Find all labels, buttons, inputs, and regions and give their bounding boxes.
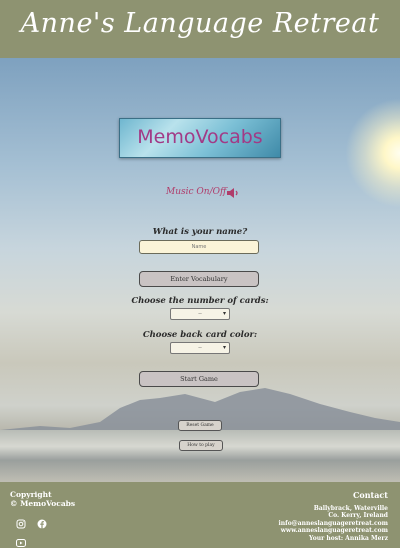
enter-vocabulary-button[interactable]: Enter Vocabulary	[139, 271, 259, 287]
reset-game-button[interactable]: Reset Game	[178, 420, 222, 431]
email-link[interactable]: info@anneslanguageretreat.com	[279, 520, 389, 527]
logo-text: MemoVocabs	[137, 126, 263, 148]
music-toggle-label[interactable]: Music On/Off	[166, 187, 226, 197]
chevron-down-icon: ▾	[222, 310, 226, 317]
number-of-cards-value: --	[198, 311, 202, 317]
copyright-line-1: Copyright	[10, 490, 52, 499]
cards-question: Choose the number of cards:	[131, 296, 269, 306]
site-header: Anne's Language Retreat	[0, 0, 400, 58]
chevron-down-icon: ▾	[222, 344, 226, 351]
contact-heading: Contact	[353, 490, 388, 500]
facebook-icon[interactable]	[37, 514, 47, 529]
address-line: Co. Kerry, Ireland	[328, 512, 388, 520]
card-color-select[interactable]: -- ▾	[170, 342, 230, 354]
number-of-cards-select[interactable]: -- ▾	[170, 308, 230, 320]
sea-shore	[0, 430, 400, 482]
copyright: Copyright © MemoVocabs	[10, 490, 75, 508]
website-link[interactable]: www.anneslanguageretreat.com	[279, 527, 388, 534]
memovocabs-logo: MemoVocabs	[119, 118, 281, 158]
social-links	[16, 514, 66, 547]
start-game-button[interactable]: Start Game	[139, 371, 259, 387]
card-color-value: --	[198, 345, 202, 351]
address-line: Ballybrack, Waterville	[313, 505, 388, 512]
how-to-play-button[interactable]: How to play	[179, 440, 223, 451]
contact-address: Ballybrack, Waterville Co. Kerry, Irelan…	[279, 505, 389, 542]
name-question: What is your name?	[152, 227, 248, 237]
host-line: Your host: Annika Merz	[308, 534, 388, 542]
name-input[interactable]	[139, 240, 259, 254]
sun-glow	[345, 98, 400, 208]
music-toggle[interactable]: Music On/Off	[140, 186, 270, 202]
copyright-line-2: © MemoVocabs	[10, 499, 76, 508]
site-title[interactable]: Anne's Language Retreat	[0, 8, 400, 39]
color-question: Choose back card color:	[142, 330, 258, 340]
site-footer: Copyright © MemoVocabs Contact Ballybrac…	[0, 482, 400, 548]
youtube-icon[interactable]	[16, 533, 26, 547]
instagram-icon[interactable]	[16, 514, 26, 529]
speaker-icon[interactable]	[226, 186, 240, 200]
